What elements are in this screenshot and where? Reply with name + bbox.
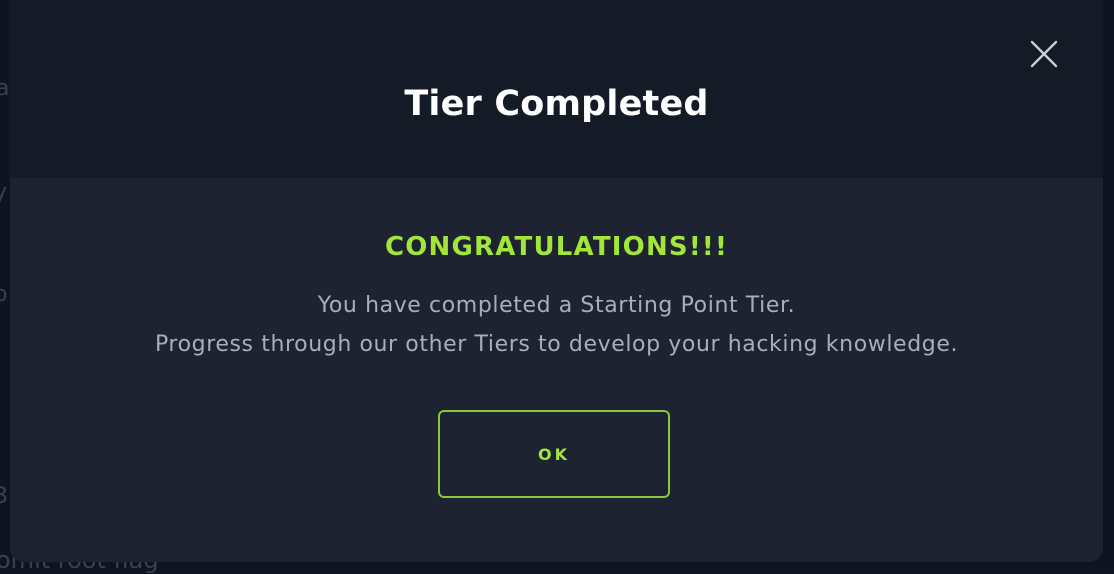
background-text-fragment: y [0, 180, 8, 205]
ok-button[interactable]: OK [438, 410, 670, 498]
message-line: Progress through our other Tiers to deve… [154, 332, 959, 357]
congratulations-heading: CONGRATULATIONS!!! [384, 232, 729, 262]
message-line: You have completed a Starting Point Tier… [317, 293, 796, 318]
background-text-fragment: 3 [0, 484, 8, 509]
background-text-fragment: a [0, 76, 10, 101]
modal-title: Tier Completed [404, 84, 709, 124]
modal-header: Tier Completed [10, 0, 1103, 178]
tier-completed-modal: Tier Completed CONGRATULATIONS!!! You ha… [10, 0, 1103, 562]
background-text-fragment: o [0, 282, 8, 307]
close-button[interactable] [1024, 34, 1064, 74]
modal-body: CONGRATULATIONS!!! You have completed a … [10, 178, 1103, 562]
close-icon [1030, 40, 1058, 68]
